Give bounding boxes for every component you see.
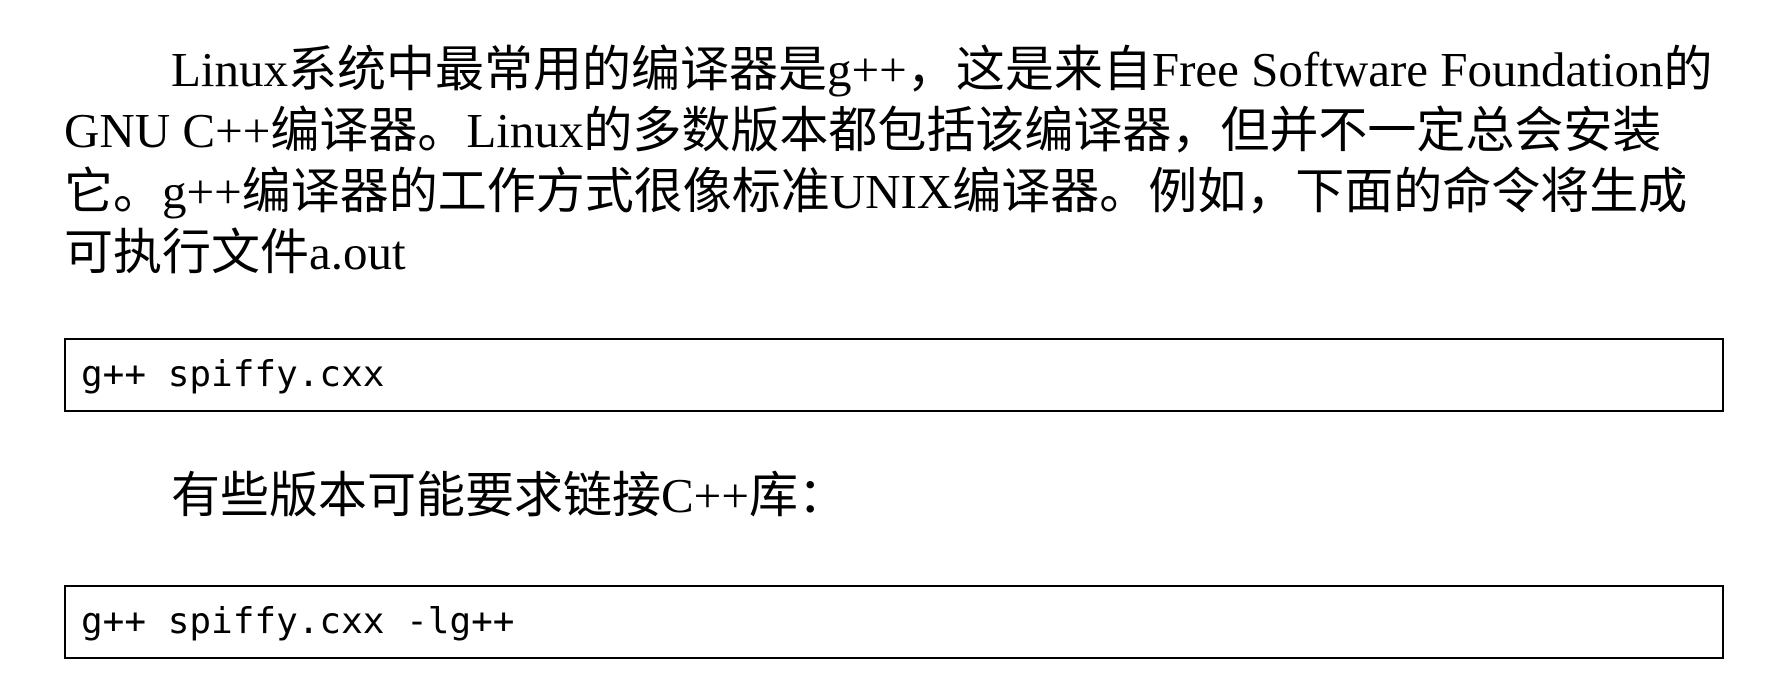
code-block-compile: g++ spiffy.cxx: [64, 338, 1724, 412]
code-block-link: g++ spiffy.cxx -lg++: [64, 585, 1724, 659]
code-line-link: g++ spiffy.cxx -lg++: [81, 601, 515, 642]
document-page: Linux系统中最常用的编译器是g++，这是来自Free Software Fo…: [0, 0, 1780, 697]
code-line-compile: g++ spiffy.cxx: [81, 354, 385, 395]
intro-paragraph: Linux系统中最常用的编译器是g++，这是来自Free Software Fo…: [64, 42, 1713, 280]
link-library-paragraph: 有些版本可能要求链接C++库：: [171, 468, 847, 523]
